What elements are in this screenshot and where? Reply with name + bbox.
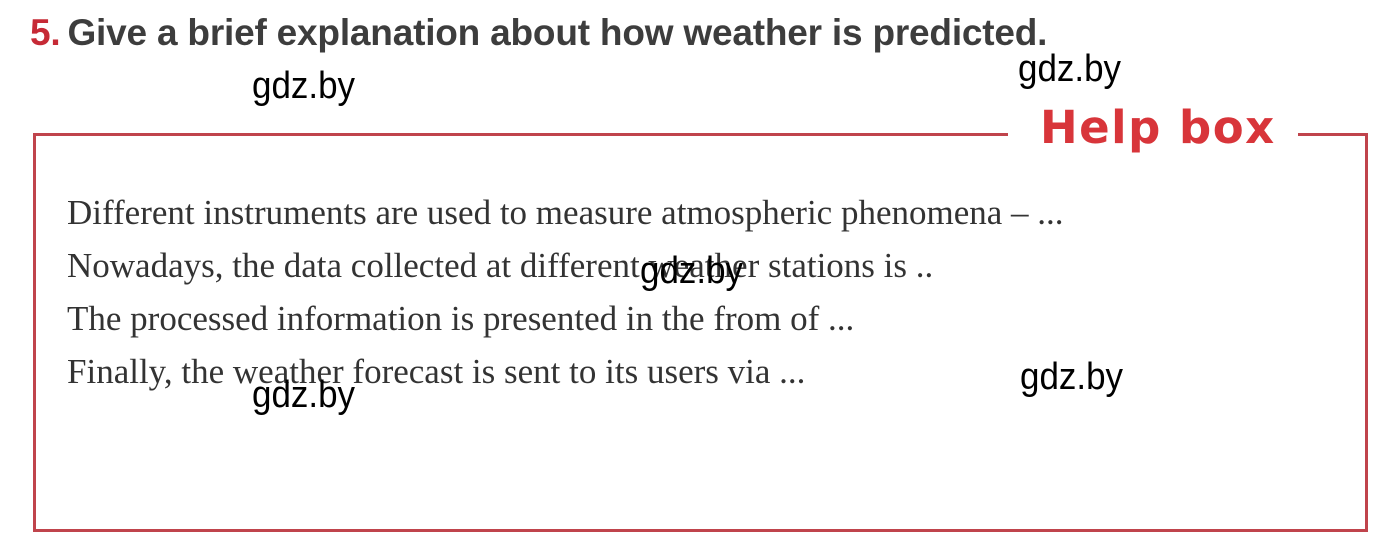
help-box-line-1: Different instruments are used to measur…: [67, 193, 1064, 232]
question-prompt: Give a brief explanation about how weath…: [67, 12, 1048, 53]
watermark-gdz: gdz.by: [252, 374, 356, 416]
help-box-line-3: The processed information is presented i…: [67, 299, 855, 338]
help-box-body: Different instruments are used to measur…: [67, 186, 1335, 398]
watermark-gdz: gdz.by: [1018, 48, 1122, 90]
watermark-gdz: gdz.by: [252, 65, 356, 107]
watermark-gdz: gdz.by: [640, 250, 744, 292]
question-heading: 5. Give a brief explanation about how wea…: [30, 11, 1047, 55]
watermark-gdz: gdz.by: [1020, 356, 1124, 398]
help-box-title: Help box: [1040, 101, 1276, 154]
question-number: 5.: [30, 12, 61, 53]
